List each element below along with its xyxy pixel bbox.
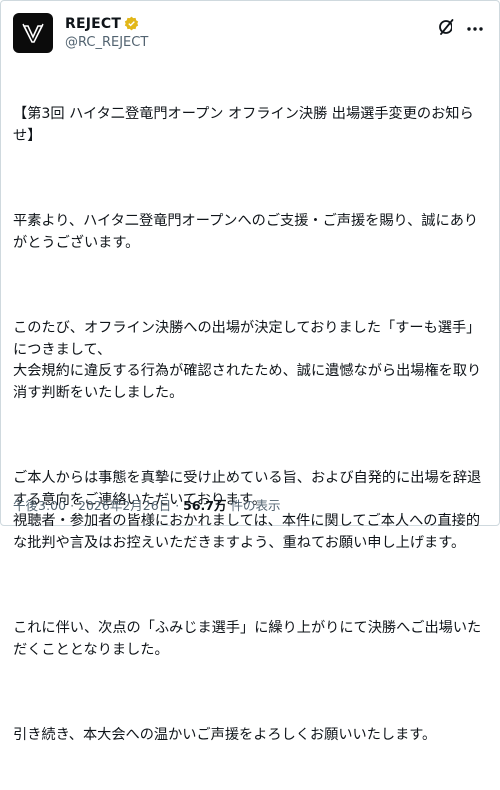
meta-separator: · [175,498,180,513]
grok-icon[interactable] [437,17,457,37]
verified-badge-icon [124,16,139,31]
post-meta: 午後3:00 · 2026年2月26日 · 56.7万 件の表示 [13,495,281,514]
post-paragraph: 【第3回 ハイタ二登竜門オープン オフライン決勝 出場選手変更のお知らせ】 [13,106,474,144]
post-paragraph: これに伴い、次点の「ふみじま選手」に繰り上がりにて決勝へご出場いただくこととなり… [13,620,482,658]
account-handle[interactable]: @RC_REJECT [65,35,148,50]
display-name[interactable]: REJECT [65,16,121,32]
post-paragraph: 引き続き、本大会への温かいご声援をよろしくお願いいたします。 [13,727,437,743]
reject-logo-icon [22,23,44,43]
post-paragraph: 平素より、ハイタ二登竜門オープンへのご支援・ご声援を賜り、誠にありがとうございま… [13,213,479,251]
post-date[interactable]: 2026年2月26日 [78,498,171,513]
views-count[interactable]: 56.7万 [183,498,226,513]
account-names: REJECT @RC_REJECT [65,14,148,51]
meta-separator: · [70,498,75,513]
post-time[interactable]: 午後3:00 [13,498,66,513]
post-header: REJECT @RC_REJECT [13,13,487,53]
post-paragraph: このたび、オフライン決勝への出場が決定しておりました「すーも選手」につきまして、… [13,320,482,401]
more-dots-icon[interactable] [465,19,485,39]
views-label: 件の表示 [230,498,281,513]
avatar[interactable] [13,13,53,53]
post-card: REJECT @RC_REJECT 【第3回 ハイタ二登竜門オープン オフライン… [0,0,500,743]
post-text: 【第3回 ハイタ二登竜門オープン オフライン決勝 出場選手変更のお知らせ】 平素… [13,61,487,790]
